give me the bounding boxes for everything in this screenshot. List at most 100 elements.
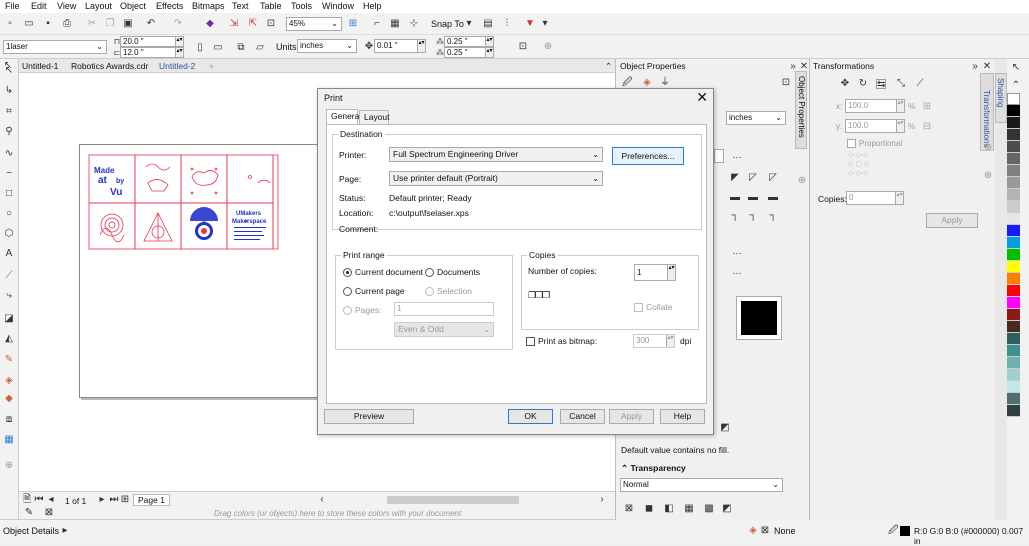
- page-combo[interactable]: Use printer default (Portrait) ⌄: [389, 171, 603, 186]
- outline-pen-icon[interactable]: 🖉: [622, 78, 633, 88]
- spin-icon[interactable]: ▴▾: [896, 120, 904, 132]
- spin-icon[interactable]: ▴▾: [485, 48, 493, 57]
- transparency-heading[interactable]: ⌃ Transparency: [621, 463, 686, 474]
- zoom-tool-icon[interactable]: ⚲: [4, 127, 14, 137]
- scale-x-field[interactable]: 100.0 ▴▾: [845, 99, 905, 113]
- palette-swatch[interactable]: [1007, 261, 1020, 273]
- doc-tab-untitled-2[interactable]: Untitled-2: [159, 61, 195, 71]
- options-icon[interactable]: ▤: [483, 19, 493, 29]
- first-page-icon[interactable]: ⏮: [34, 495, 44, 505]
- skew-icon[interactable]: ⟋: [915, 79, 925, 89]
- line-cap-icon[interactable]: ▬: [730, 193, 740, 203]
- op-units-combo[interactable]: inches ⌄: [726, 111, 786, 125]
- texture-transparency-icon[interactable]: ▩: [704, 504, 714, 514]
- polygon-tool-icon[interactable]: ⬡: [4, 229, 14, 239]
- menu-effects[interactable]: Effects: [156, 1, 183, 11]
- tab-layout[interactable]: Layout: [359, 110, 390, 124]
- pages-radio[interactable]: [343, 306, 352, 315]
- add-icon[interactable]: ⊕: [797, 176, 807, 186]
- object-properties-side-tab[interactable]: Object Properties: [795, 71, 807, 149]
- portrait-icon[interactable]: ▯: [195, 43, 205, 53]
- import-icon[interactable]: ⇲: [229, 19, 239, 29]
- page-height-field[interactable]: 12.0 " ▴▾: [120, 47, 184, 58]
- pick-tool-icon[interactable]: ↖: [1011, 63, 1021, 73]
- spin-icon[interactable]: ▴▾: [896, 100, 904, 112]
- chevron-up-icon[interactable]: ⌃: [1011, 81, 1021, 91]
- palette-swatch[interactable]: [1007, 153, 1020, 165]
- pattern-transparency-icon[interactable]: ▦: [684, 504, 694, 514]
- parallel-dimension-icon[interactable]: ⟋: [4, 271, 14, 281]
- search-content-icon[interactable]: ◆: [205, 19, 215, 29]
- size-icon[interactable]: ⤡: [896, 79, 906, 89]
- previous-page-icon[interactable]: ◂: [46, 495, 56, 505]
- menu-tools[interactable]: Tools: [291, 1, 312, 11]
- copy-icon[interactable]: ❐: [105, 19, 115, 29]
- corner-round-icon[interactable]: ◤: [730, 173, 740, 183]
- snap-to-button[interactable]: Snap To: [431, 19, 464, 29]
- palette-swatch[interactable]: [1007, 129, 1020, 141]
- pages-field[interactable]: 1: [394, 302, 494, 316]
- expand-icon[interactable]: ▸: [60, 526, 70, 536]
- spin-icon[interactable]: ▴▾: [175, 37, 183, 46]
- close-icon[interactable]: ✕: [982, 62, 992, 72]
- palette-swatch[interactable]: [1007, 225, 1020, 237]
- chevron-up-icon[interactable]: ⌃: [605, 61, 612, 72]
- all-pages-icon[interactable]: ⧉: [236, 43, 246, 53]
- dpi-field[interactable]: 300 ▴▾: [633, 334, 675, 348]
- close-icon[interactable]: ✕: [696, 89, 708, 106]
- spin-icon[interactable]: ▴▾: [417, 40, 425, 52]
- palette-swatch[interactable]: [1007, 237, 1020, 249]
- artistic-media-icon[interactable]: ~: [4, 169, 14, 179]
- scroll-left-icon[interactable]: ‹: [317, 495, 327, 505]
- crop-tool-icon[interactable]: ⌗: [4, 107, 14, 117]
- menu-object[interactable]: Object: [120, 1, 146, 11]
- transparency-tool-icon[interactable]: ◭: [4, 334, 14, 344]
- preferences-button[interactable]: Preferences...: [612, 147, 684, 165]
- corner-scallop-icon[interactable]: ◸: [748, 173, 758, 183]
- landscape-icon[interactable]: ▭: [213, 43, 223, 53]
- page-settings-icon[interactable]: 🗎: [22, 495, 32, 505]
- paste-icon[interactable]: ▣: [123, 19, 133, 29]
- page-width-field[interactable]: 20.0 " ▴▾: [120, 36, 184, 47]
- corner-chamfer-icon[interactable]: ◸: [768, 173, 778, 183]
- current-page-icon[interactable]: ▱: [255, 43, 265, 53]
- zoom-level-field[interactable]: 45% ⌄: [286, 17, 342, 31]
- palette-swatch[interactable]: [1007, 405, 1020, 417]
- object-details-label[interactable]: Object Details: [3, 526, 59, 536]
- palette-swatch[interactable]: [1007, 189, 1020, 201]
- print-as-bitmap-checkbox[interactable]: [526, 337, 535, 346]
- palette-swatch[interactable]: [1007, 369, 1020, 381]
- drop-shadow-icon[interactable]: ◪: [4, 314, 14, 324]
- palette-swatch-none[interactable]: [1007, 93, 1020, 105]
- align-icon[interactable]: ⫶: [502, 19, 512, 29]
- chevron-down-icon[interactable]: ▾: [464, 19, 474, 29]
- help-button[interactable]: Help: [660, 409, 705, 424]
- show-grid-icon[interactable]: ▦: [390, 19, 400, 29]
- save-icon[interactable]: ▪: [43, 19, 53, 29]
- panel-options-icon[interactable]: ⊡: [781, 78, 791, 88]
- color-preview[interactable]: [736, 296, 782, 340]
- menu-window[interactable]: Window: [322, 1, 354, 11]
- menu-edit[interactable]: Edit: [31, 1, 47, 11]
- doc-tab-untitled-1[interactable]: Untitled-1: [22, 61, 58, 71]
- open-icon[interactable]: ▭: [24, 19, 34, 29]
- palette-swatch[interactable]: [1007, 321, 1020, 333]
- chevron-down-icon[interactable]: ▾: [540, 19, 550, 29]
- palette-swatch[interactable]: [1007, 381, 1020, 393]
- more-icon[interactable]: …: [732, 151, 742, 161]
- uniform-transparency-icon[interactable]: ◼: [644, 504, 654, 514]
- spin-icon[interactable]: ▴▾: [667, 265, 675, 280]
- freehand-tool-icon[interactable]: ∿: [4, 149, 14, 159]
- collapse-icon[interactable]: »: [970, 62, 980, 72]
- rotate-icon[interactable]: ↻: [858, 79, 868, 89]
- text-tool-icon[interactable]: A: [4, 249, 14, 259]
- even-odd-combo[interactable]: Even & Odd ⌄: [394, 322, 494, 337]
- more-icon[interactable]: …: [732, 247, 742, 257]
- spin-icon[interactable]: ▴▾: [666, 335, 674, 347]
- anchor-grid-icon[interactable]: ◇-◇-◇ ◇ ▢ ◇ ◇-◇-◇: [848, 151, 869, 178]
- redo-icon[interactable]: ↷: [173, 19, 183, 29]
- documents-radio[interactable]: [425, 268, 434, 277]
- duplicate-y-field[interactable]: 0.25 " ▴▾: [444, 47, 494, 58]
- interactive-fill-icon[interactable]: ◈: [4, 376, 14, 386]
- palette-swatch[interactable]: [1007, 141, 1020, 153]
